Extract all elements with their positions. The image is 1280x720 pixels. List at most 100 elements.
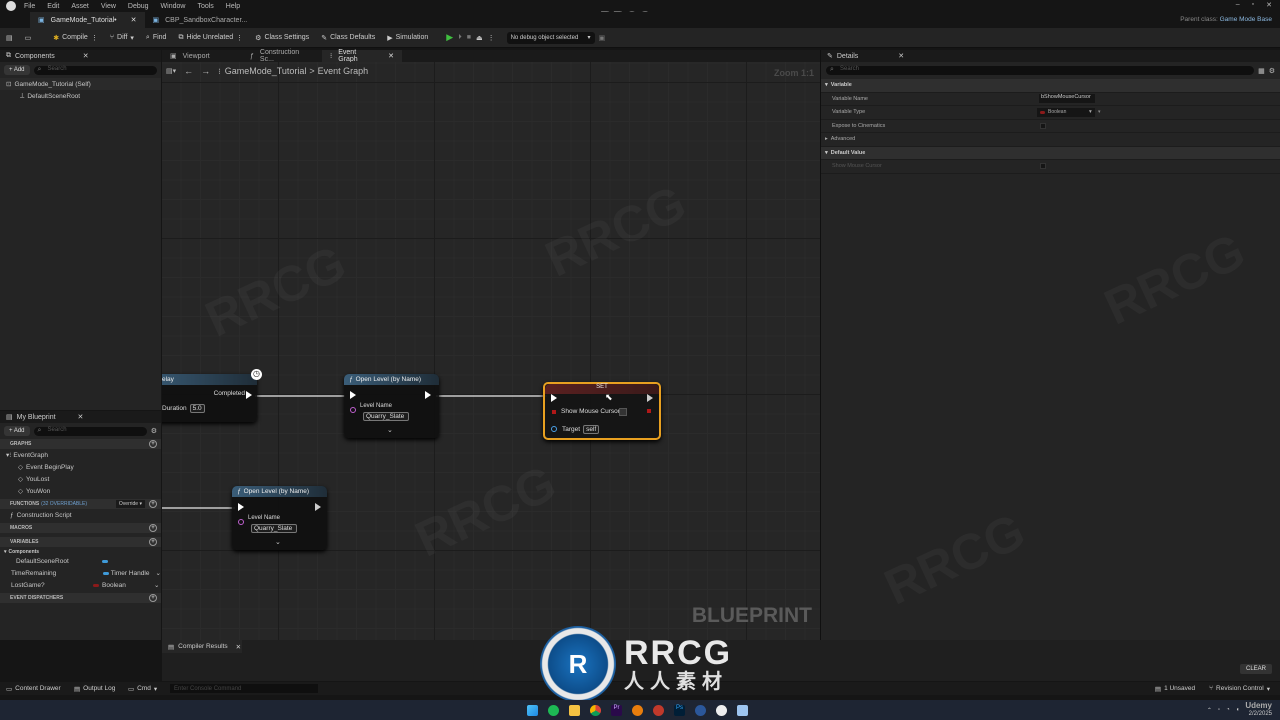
clear-button[interactable]: CLEAR — [1239, 664, 1272, 674]
event-item[interactable]: ◇ YouLost — [0, 473, 161, 485]
close-window-icon[interactable]: ✕ — [1266, 1, 1272, 9]
variable-item[interactable]: LostGame? Boolean ⌄ — [0, 579, 161, 591]
spotify-icon[interactable] — [548, 704, 559, 716]
variable-name-input[interactable]: bShowMouseCursor — [1039, 94, 1095, 104]
unsaved-indicator[interactable]: ▤ 1 Unsaved — [1155, 685, 1195, 693]
output-log-button[interactable]: ▤ Output Log — [74, 685, 124, 693]
container-type-dropdown[interactable]: ▾ — [1098, 109, 1101, 115]
variable-category[interactable]: ▾ Variable — [821, 79, 1280, 93]
chevron-down-icon[interactable]: ⌄ — [154, 581, 159, 589]
class-defaults-button[interactable]: ✎ Class Defaults — [315, 28, 381, 48]
close-panel-icon[interactable]: ✕ — [83, 52, 89, 60]
chevron-down-icon[interactable]: ⌄ — [156, 569, 161, 577]
menu-tools[interactable]: Tools — [197, 3, 213, 10]
tab-cbp-sandbox[interactable]: ▣ CBP_SandboxCharacter... — [145, 12, 256, 28]
compiler-results-tab[interactable]: ▤ Compiler Results ✕ — [162, 640, 242, 653]
eject-icon[interactable]: ⏏ — [476, 34, 483, 42]
save-button[interactable]: ▤ — [0, 28, 19, 48]
variable-item[interactable]: DefaultSceneRoot — [0, 556, 161, 567]
event-item[interactable]: ◇ YouWon — [0, 485, 161, 497]
level-name-pin-icon[interactable] — [350, 407, 356, 413]
menu-view[interactable]: View — [101, 3, 116, 10]
tab-gamemode-tutorial[interactable]: ▣ GameMode_Tutorial• ✕ — [30, 12, 145, 28]
show-mouse-cursor-checkbox[interactable] — [619, 408, 627, 416]
event-graph-item[interactable]: ▾⁝ EventGraph — [0, 449, 161, 461]
advanced-category[interactable]: ▸ Advanced — [821, 133, 1280, 147]
more-icon[interactable]: ⋮ — [236, 34, 243, 42]
target-input[interactable]: self — [583, 425, 600, 434]
graphs-section[interactable]: GRAPHS + — [0, 439, 161, 449]
override-dropdown[interactable]: Override ▾ — [115, 500, 145, 508]
speaker-icon[interactable]: ◖ — [1236, 707, 1240, 713]
menu-help[interactable]: Help — [226, 3, 240, 10]
blender-icon[interactable] — [632, 704, 643, 716]
tasks-icon[interactable] — [695, 704, 706, 716]
open-level-node-2[interactable]: ƒ Open Level (by Name) Level Name Quarry_… — [232, 486, 327, 550]
menu-debug[interactable]: Debug — [128, 3, 149, 10]
more-icon[interactable]: ⋮ — [488, 34, 495, 42]
browse-button[interactable]: ▭ — [19, 28, 38, 48]
gear-icon[interactable]: ⚙ — [1269, 67, 1275, 75]
event-dispatchers-section[interactable]: EVENT DISPATCHERS + — [0, 593, 161, 603]
close-panel-icon[interactable]: ✕ — [78, 413, 84, 421]
menu-window[interactable]: Window — [161, 3, 186, 10]
parent-class-value[interactable]: Game Mode Base — [1220, 16, 1272, 23]
macros-section[interactable]: MACROS + — [0, 523, 161, 533]
exec-out-pin[interactable] — [425, 391, 431, 399]
default-value-category[interactable]: ▾ Default Value — [821, 146, 1280, 160]
add-component-button[interactable]: + Add — [4, 65, 30, 75]
functions-section[interactable]: FUNCTIONS (32 OVERRIDABLE) Override ▾ + — [0, 499, 161, 509]
close-tab-icon[interactable]: ✕ — [388, 52, 394, 60]
bool-out-pin-icon[interactable] — [647, 409, 651, 413]
menu-asset[interactable]: Asset — [71, 3, 89, 10]
play-icon[interactable]: ▶ — [446, 32, 453, 43]
class-settings-button[interactable]: ⚙ Class Settings — [249, 28, 315, 48]
console-input[interactable]: Enter Console Command — [170, 684, 318, 693]
target-pin-icon[interactable] — [551, 426, 557, 432]
event-graph-canvas[interactable]: ▤▾ ← → ⁝ GameMode_Tutorial > Event Graph… — [162, 62, 820, 640]
bool-pin-icon[interactable] — [552, 410, 556, 414]
exec-in-pin[interactable] — [238, 503, 244, 511]
variables-section[interactable]: VARIABLES + — [0, 537, 161, 547]
diff-button[interactable]: ⑂ Diff ▾ — [104, 28, 140, 48]
clock[interactable]: Udemy 2/2/2025 — [1245, 702, 1272, 718]
show-mouse-cursor-default-checkbox[interactable] — [1040, 163, 1046, 170]
stop-icon[interactable]: ■ — [467, 34, 471, 41]
variable-type-dropdown[interactable]: Boolean ▾ — [1037, 107, 1095, 117]
add-member-button[interactable]: + Add — [4, 426, 30, 436]
exec-in-pin[interactable] — [551, 394, 557, 402]
simulation-button[interactable]: ▶ Simulation — [381, 28, 434, 48]
more-icon[interactable]: ⋮ — [91, 34, 98, 42]
find-button[interactable]: ⌕ Find — [140, 28, 173, 48]
menu-edit[interactable]: Edit — [47, 3, 59, 10]
component-root[interactable]: ⊡ GameMode_Tutorial (Self) — [0, 78, 161, 90]
chevron-up-icon[interactable]: ⌃ — [1207, 707, 1212, 714]
tab-construction-script[interactable]: ƒ Construction Sc... — [242, 49, 322, 63]
exec-in-pin[interactable] — [350, 391, 356, 399]
menu-file[interactable]: File — [24, 3, 35, 10]
windows-start-icon[interactable] — [527, 704, 538, 716]
level-name-pin-icon[interactable] — [238, 519, 244, 525]
add-macro-icon[interactable]: + — [149, 524, 157, 532]
debug-filter-icon[interactable]: ▣ — [599, 34, 606, 42]
variable-item[interactable]: TimeRemaining Timer Handle ⌄ — [0, 567, 161, 579]
cmd-dropdown[interactable]: ▭ Cmd ▾ — [128, 685, 170, 693]
content-drawer-button[interactable]: ▭ Content Drawer — [0, 685, 70, 693]
set-node[interactable]: SET Show Mouse Cursor Target self — [543, 382, 661, 440]
construction-script-item[interactable]: ƒ Construction Script — [0, 509, 161, 521]
tab-viewport[interactable]: ▣ Viewport — [162, 50, 242, 62]
revision-control-button[interactable]: ⑂ Revision Control ▾ — [1209, 685, 1270, 693]
duration-input[interactable]: 5.0 — [189, 404, 205, 413]
details-search-input[interactable]: Search — [826, 66, 1255, 75]
hide-unrelated-button[interactable]: ⧉ Hide Unrelated ⋮ — [172, 28, 249, 48]
davinci-icon[interactable] — [653, 704, 664, 716]
level-name-input[interactable]: Quarry_Slate — [251, 524, 297, 533]
delay-node[interactable]: elay Completed Duration 5.0 — [162, 374, 257, 422]
add-variable-icon[interactable]: + — [149, 538, 157, 546]
close-tab-icon[interactable]: ✕ — [236, 643, 241, 651]
gear-icon[interactable]: ⚙ — [151, 427, 157, 435]
expose-cinematics-checkbox[interactable] — [1040, 122, 1046, 129]
step-icon[interactable]: ⏵ — [458, 34, 462, 42]
variables-components-group[interactable]: ▾ Components — [0, 547, 161, 556]
close-tab-icon[interactable]: ✕ — [131, 16, 137, 24]
